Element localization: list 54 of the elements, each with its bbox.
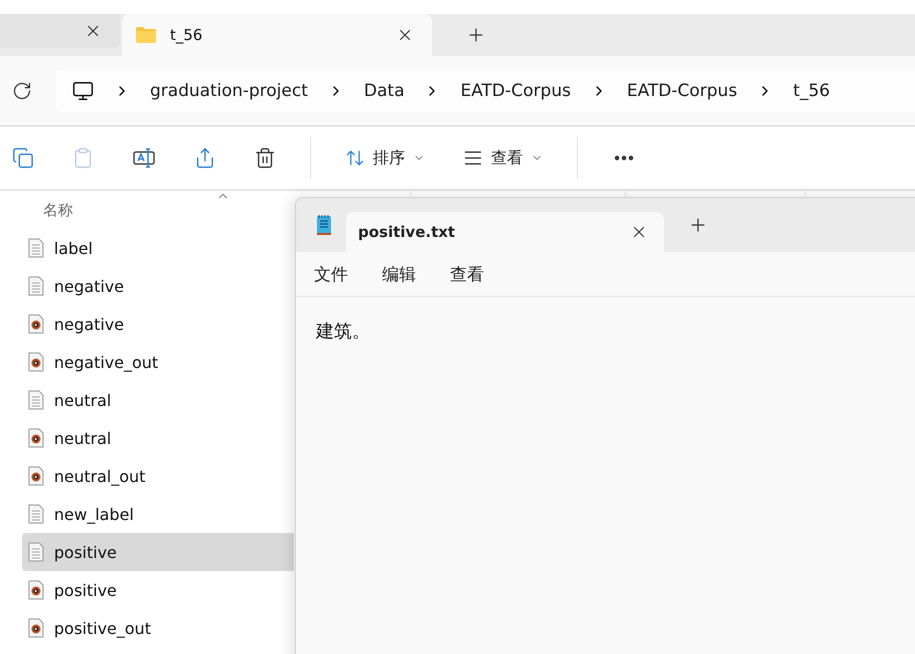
sort-icon: [345, 148, 365, 168]
column-header[interactable]: 名称: [43, 200, 73, 220]
tab-label: positive.txt: [358, 223, 456, 241]
file-row[interactable]: positive: [22, 533, 294, 571]
breadcrumb-item[interactable]: EATD-Corpus: [626, 80, 738, 100]
menu-item[interactable]: 文件: [314, 260, 348, 288]
menu-item[interactable]: 编辑: [382, 260, 416, 288]
file-row[interactable]: neutral: [22, 419, 294, 457]
file-name: negative_out: [54, 352, 158, 372]
file-name: positive_out: [54, 618, 151, 638]
text-file-icon: [28, 504, 44, 524]
file-name: positive: [54, 580, 117, 600]
notepad-icon: [316, 214, 332, 236]
file-name: neutral: [54, 428, 112, 448]
text-file-icon: [28, 238, 44, 258]
media-file-icon: [28, 466, 44, 486]
computer-icon: [72, 80, 94, 102]
menu-item[interactable]: 查看: [450, 260, 484, 288]
tab-label: t_56: [170, 26, 204, 44]
breadcrumb-item[interactable]: graduation-project: [150, 80, 308, 100]
address-bar[interactable]: graduation-project Data EATD-Corpus EATD-Corpus t_56: [56, 70, 915, 112]
folder-icon: [136, 27, 156, 43]
file-name: neutral: [54, 390, 112, 410]
breadcrumb-item[interactable]: EATD-Corpus: [460, 80, 571, 100]
text-file-icon: [28, 390, 44, 410]
breadcrumb-item[interactable]: Data: [364, 80, 404, 100]
text-file-icon: [28, 276, 44, 296]
file-row[interactable]: negative: [22, 267, 294, 305]
file-row[interactable]: positive_out: [22, 609, 294, 647]
file-name: neutral_out: [54, 466, 146, 486]
file-row[interactable]: positive: [22, 571, 294, 609]
file-name: label: [54, 238, 93, 258]
file-name: negative: [54, 276, 124, 296]
media-file-icon: [28, 352, 44, 372]
file-name: new_label: [54, 504, 134, 524]
media-file-icon: [28, 580, 44, 600]
document-text: 建筑。: [314, 320, 371, 344]
media-file-icon: [28, 428, 44, 448]
file-row[interactable]: new_label: [22, 495, 294, 533]
file-row[interactable]: neutral_out: [22, 457, 294, 495]
active-tab[interactable]: positive.txt: [346, 212, 664, 252]
file-name: positive: [54, 542, 117, 562]
file-row[interactable]: label: [22, 229, 294, 267]
view-button[interactable]: 查看: [459, 144, 547, 172]
file-name: negative: [54, 314, 124, 334]
text-file-icon: [28, 542, 44, 562]
media-file-icon: [28, 314, 44, 334]
breadcrumb-item[interactable]: t_56: [793, 80, 830, 100]
sort-button[interactable]: 排序: [341, 144, 429, 172]
file-row[interactable]: negative_out: [22, 343, 294, 381]
file-row[interactable]: negative: [22, 305, 294, 343]
media-file-icon: [28, 618, 44, 638]
file-row[interactable]: neutral: [22, 381, 294, 419]
active-tab[interactable]: t_56: [122, 14, 432, 56]
